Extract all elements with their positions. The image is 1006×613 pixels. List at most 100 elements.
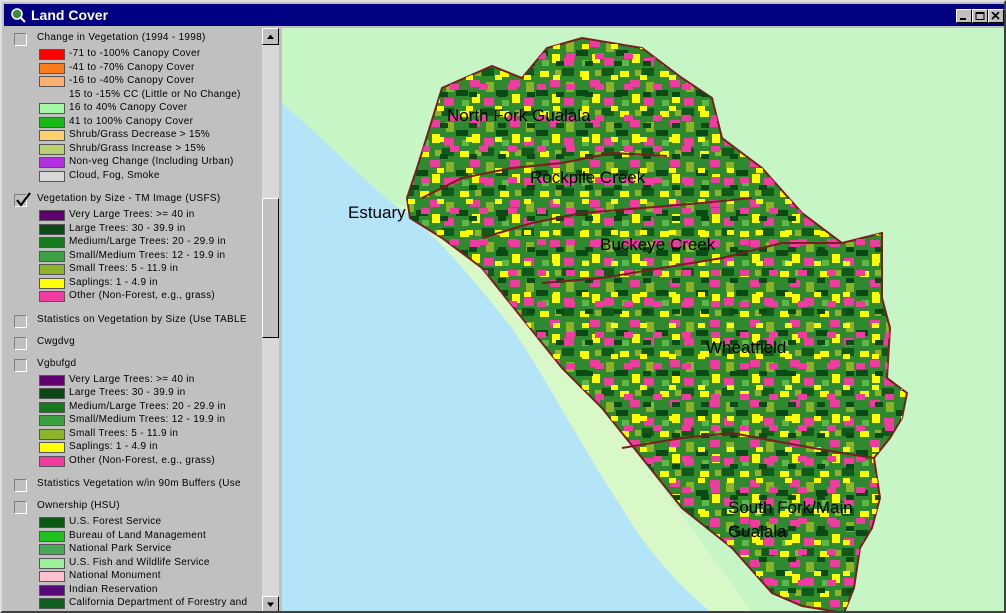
legend-swatch: [39, 415, 65, 426]
legend-label: Small Trees: 5 - 11.9 in: [69, 263, 179, 274]
map-view[interactable]: North Fork Gualala Rockpile Creek Estuar…: [282, 28, 1006, 613]
legend-label: 15 to -15% CC (Little or No Change): [69, 89, 241, 100]
legend-swatch: [39, 251, 65, 262]
theme-label[interactable]: Change in Vegetation (1994 - 1998): [37, 32, 206, 43]
legend-label: Small/Medium Trees: 12 - 19.9 in: [69, 414, 226, 425]
legend-item: Large Trees: 30 - 39.9 in: [4, 223, 262, 236]
legend-swatch: [39, 237, 65, 248]
toc-theme[interactable]: Vgbufgd: [4, 356, 262, 374]
title-bar[interactable]: Land Cover: [4, 4, 1004, 26]
legend-item: Small Trees: 5 - 11.9 in: [4, 263, 262, 276]
scroll-down-button[interactable]: [262, 596, 279, 611]
theme-visibility-checkbox[interactable]: [14, 192, 31, 207]
legend-swatch: [39, 210, 65, 221]
legend-label: Other (Non-Forest, e.g., grass): [69, 455, 216, 466]
theme-label[interactable]: Ownership (HSU): [37, 500, 120, 511]
toc-theme[interactable]: Ownership (HSU): [4, 498, 262, 516]
legend-label: Large Trees: 30 - 39.9 in: [69, 223, 186, 234]
theme-visibility-checkbox[interactable]: [14, 336, 27, 350]
legend-label: U.S. Forest Service: [69, 516, 162, 527]
watershed-map[interactable]: [282, 28, 1006, 613]
scroll-up-button[interactable]: [262, 28, 279, 45]
legend-item: Small Trees: 5 - 11.9 in: [4, 428, 262, 441]
toc-theme[interactable]: Statistics Vegetation w/in 90m Buffers (…: [4, 476, 262, 494]
map-label-gualala: Gualala: [728, 522, 787, 541]
legend-swatch: [39, 171, 65, 182]
theme-visibility-checkbox[interactable]: [14, 33, 27, 46]
legend-item: -41 to -70% Canopy Cover: [4, 62, 262, 75]
legend-item: Non-veg Change (Including Urban): [4, 156, 262, 169]
legend-label: Bureau of Land Management: [69, 530, 207, 541]
legend-item: U.S. Forest Service: [4, 516, 262, 529]
legend-item: 16 to 40% Canopy Cover: [4, 102, 262, 115]
legend-label: -16 to -40% Canopy Cover: [69, 75, 195, 86]
legend-label: -41 to -70% Canopy Cover: [69, 62, 195, 73]
legend-swatch: [39, 157, 65, 168]
theme-visibility-checkbox[interactable]: [14, 358, 27, 372]
theme-label[interactable]: Vgbufgd: [37, 358, 76, 369]
toc-theme[interactable]: Statistics on Vegetation by Size (Use TA…: [4, 312, 262, 330]
legend-item: National Park Service: [4, 543, 262, 556]
legend-swatch: [39, 144, 65, 155]
land-cover-window: Land Cover Change in Vegetation (1994 - …: [0, 0, 1006, 613]
legend-swatch: [39, 531, 65, 542]
toc-theme[interactable]: Cwgdvg: [4, 334, 262, 352]
legend-swatch: [39, 442, 65, 453]
checkmark-icon: [16, 192, 31, 207]
theme-label[interactable]: Statistics on Vegetation by Size (Use TA…: [37, 314, 247, 325]
legend-item: Indian Reservation: [4, 584, 262, 597]
theme-label[interactable]: Vegetation by Size - TM Image (USFS): [37, 193, 220, 204]
toc-theme[interactable]: Vegetation by Size - TM Image (USFS): [4, 191, 262, 209]
minimize-button[interactable]: [956, 9, 972, 23]
legend-swatch: [39, 429, 65, 440]
legend-item: Medium/Large Trees: 20 - 29.9 in: [4, 236, 262, 249]
theme-visibility-checkbox[interactable]: [14, 501, 27, 514]
legend-swatch: [39, 278, 65, 289]
legend-label: National Park Service: [69, 543, 172, 554]
legend-swatch: [39, 388, 65, 399]
legend-item: Shrub/Grass Decrease > 15%: [4, 129, 262, 142]
legend-item: Medium/Large Trees: 20 - 29.9 in: [4, 401, 262, 414]
legend-label: Small/Medium Trees: 12 - 19.9 in: [69, 250, 226, 261]
legend-label: Cloud, Fog, Smoke: [69, 170, 160, 181]
view-icon: [11, 8, 26, 23]
legend-item: Saplings: 1 - 4.9 in: [4, 441, 262, 454]
close-icon: [991, 12, 1000, 20]
legend-swatch: [39, 117, 65, 128]
toc-theme[interactable]: Change in Vegetation (1994 - 1998): [4, 30, 262, 48]
close-button[interactable]: [988, 9, 1004, 23]
theme-visibility-checkbox[interactable]: [14, 314, 27, 328]
legend-swatch: [39, 544, 65, 555]
theme-visibility-checkbox[interactable]: [14, 479, 27, 492]
map-label-estuary: Estuary: [348, 203, 406, 222]
legend-label: Saplings: 1 - 4.9 in: [69, 441, 158, 452]
legend-label: Shrub/Grass Decrease > 15%: [69, 129, 210, 140]
legend-item: Other (Non-Forest, e.g., grass): [4, 290, 262, 303]
table-of-contents[interactable]: Change in Vegetation (1994 - 1998) -71 to…: [4, 28, 262, 611]
legend-item: -16 to -40% Canopy Cover: [4, 75, 262, 88]
map-label-south-fork: South Fork/Main: [728, 498, 853, 517]
legend-label: Indian Reservation: [69, 584, 158, 595]
legend-item: Bureau of Land Management: [4, 530, 262, 543]
legend-label: Very Large Trees: >= 40 in: [69, 209, 195, 220]
legend-label: Medium/Large Trees: 20 - 29.9 in: [69, 236, 226, 247]
legend-item: -71 to -100% Canopy Cover: [4, 48, 262, 61]
legend-item: Cloud, Fog, Smoke: [4, 170, 262, 183]
legend-swatch: [39, 598, 65, 609]
scroll-thumb[interactable]: [262, 198, 279, 338]
legend-item: Very Large Trees: >= 40 in: [4, 209, 262, 222]
legend-swatch: [39, 517, 65, 528]
theme-label[interactable]: Cwgdvg: [37, 336, 75, 347]
maximize-button[interactable]: [972, 9, 988, 23]
legend-swatch: [39, 264, 65, 275]
legend-label: California Department of Forestry and: [69, 597, 248, 608]
maximize-icon: [975, 12, 985, 20]
legend-label: Large Trees: 30 - 39.9 in: [69, 387, 186, 398]
toc-scrollbar[interactable]: [262, 28, 279, 611]
legend-item: 15 to -15% CC (Little or No Change): [4, 89, 262, 102]
legend-swatch: [39, 76, 65, 87]
theme-label[interactable]: Statistics Vegetation w/in 90m Buffers (…: [37, 478, 241, 489]
legend-swatch: [39, 103, 65, 114]
legend-swatch: [39, 558, 65, 569]
legend-swatch: [39, 585, 65, 596]
